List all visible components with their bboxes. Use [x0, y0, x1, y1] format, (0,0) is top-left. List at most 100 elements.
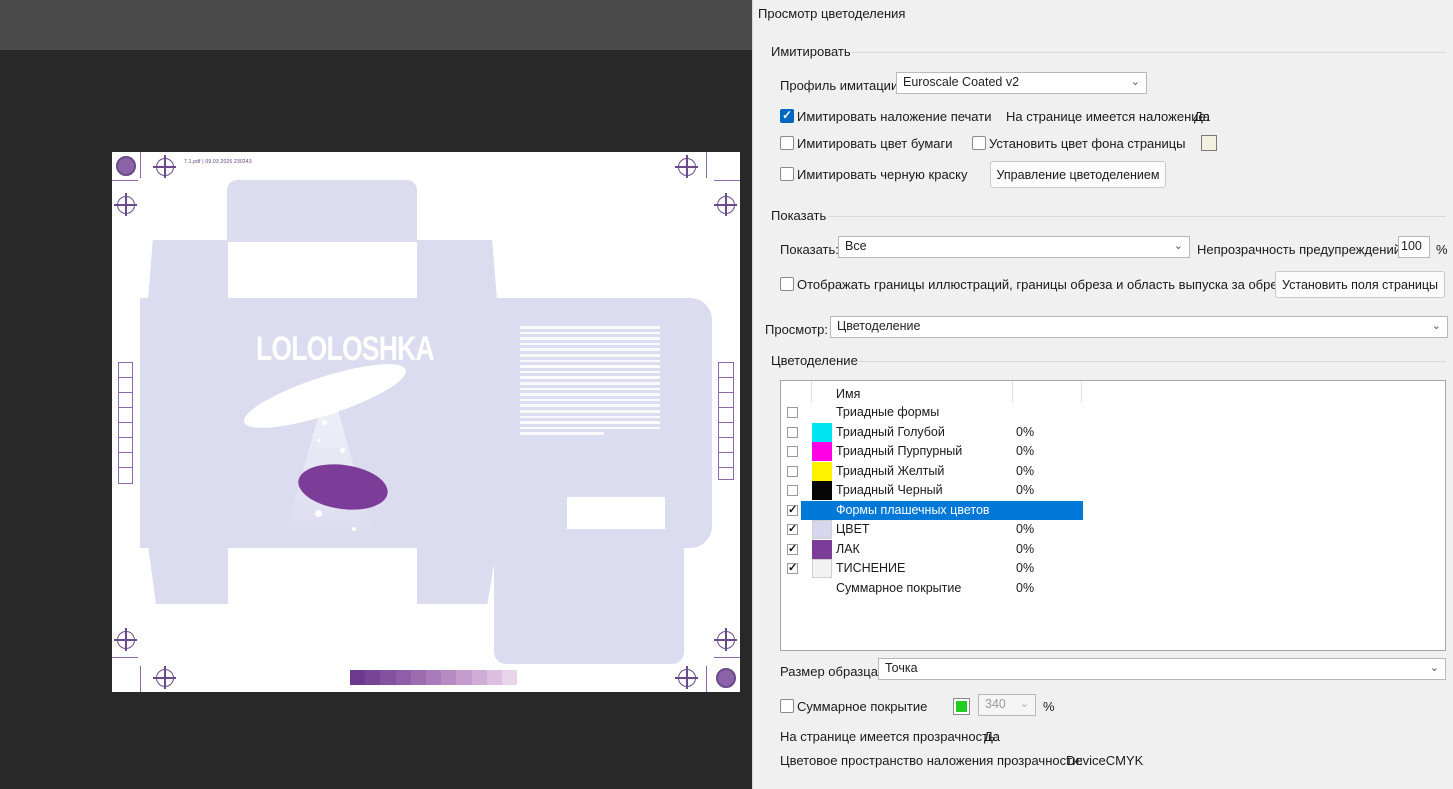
separation-checkbox[interactable]	[787, 485, 798, 496]
separation-row[interactable]: Триадный Желтый 0%	[781, 461, 1447, 482]
color-patch	[471, 670, 487, 685]
separation-checkbox[interactable]	[787, 561, 798, 574]
separation-percent: 0%	[1016, 522, 1035, 536]
chevron-down-icon: ⌄	[1431, 320, 1441, 332]
paper-color-checkbox[interactable]	[780, 136, 794, 150]
separation-name: Триадные формы	[836, 405, 940, 419]
show-select[interactable]: Все ⌄	[838, 236, 1190, 258]
separation-name: ЦВЕТ	[836, 522, 870, 536]
column-name-header: Имя	[836, 387, 861, 401]
separation-row[interactable]: Триадные формы	[781, 403, 1447, 423]
color-patch	[456, 670, 472, 685]
document-toolbar	[0, 0, 752, 50]
sample-size-select[interactable]: Точка ⌄	[878, 658, 1446, 680]
crop-mark	[706, 152, 707, 178]
separation-percent: 0%	[1016, 580, 1035, 595]
manage-separations-button[interactable]: Управление цветоделением	[990, 161, 1166, 188]
separation-name: Триадный Черный	[836, 483, 943, 497]
separation-row[interactable]: Триадный Пурпурный 0%	[781, 442, 1447, 462]
paper-color-label: Имитировать цвет бумаги	[797, 136, 953, 151]
registration-mark	[153, 155, 176, 178]
registration-dot	[116, 156, 136, 176]
page-bg-checkbox[interactable]	[972, 136, 986, 150]
set-page-boxes-button[interactable]: Установить поля страницы	[1275, 271, 1445, 298]
black-ink-checkbox[interactable]	[780, 167, 794, 181]
total-coverage-color-fill	[956, 701, 967, 712]
separations-list[interactable]: Имя Триадные формы Триадный Голубой 0% Триа…	[780, 380, 1446, 651]
slug-info: 7.1.pdf | 09.03.2026 230243	[184, 159, 252, 165]
page-bg-swatch[interactable]	[1201, 135, 1217, 151]
group-divider	[852, 52, 1446, 53]
total-coverage-checkbox[interactable]	[780, 699, 794, 713]
separation-checkbox[interactable]	[787, 465, 798, 477]
warning-opacity-input[interactable]: 100	[1398, 236, 1430, 258]
separation-checkbox[interactable]	[787, 503, 798, 516]
spec-table-right	[718, 362, 734, 480]
separation-name: Суммарное покрытие	[836, 580, 962, 595]
show-bounds-checkbox[interactable]	[780, 277, 794, 291]
color-patch	[350, 670, 366, 685]
registration-mark	[675, 666, 698, 689]
profile-label: Профиль имитации:	[780, 78, 902, 93]
simulate-group-label: Имитировать	[771, 44, 851, 59]
separation-checkbox[interactable]	[787, 522, 798, 535]
overprint-checkbox[interactable]	[780, 108, 794, 123]
total-coverage-color-swatch[interactable]	[953, 698, 970, 715]
crop-mark	[140, 152, 141, 178]
separation-name: ЛАК	[836, 541, 860, 556]
crop-mark	[140, 666, 141, 692]
logo-text: LOLOLOSHKA	[256, 330, 435, 368]
color-patch	[395, 670, 411, 685]
percent-label: %	[1043, 699, 1055, 714]
separation-name: Триадный Голубой	[836, 424, 945, 439]
registration-mark	[153, 666, 176, 689]
blend-space-label: Цветовое пространство наложения прозрачн…	[780, 753, 1083, 768]
show-label: Показать:	[780, 242, 839, 257]
registration-dot	[716, 668, 736, 688]
die-bottom-wing-left	[148, 546, 228, 604]
preview-value: Цветоделение	[837, 319, 921, 333]
registration-mark	[114, 193, 137, 216]
separation-percent: 0%	[1016, 483, 1035, 497]
sample-size-value: Точка	[885, 661, 918, 675]
total-coverage-select[interactable]: 340 ⌄	[978, 694, 1036, 716]
warning-opacity-label: Непрозрачность предупреждений:	[1197, 242, 1405, 257]
chevron-down-icon: ⌄	[1429, 662, 1439, 674]
ink-swatch	[812, 481, 832, 500]
die-bottom-flap	[494, 546, 684, 664]
separation-checkbox[interactable]	[787, 446, 798, 457]
separation-row[interactable]: Триадный Черный 0%	[781, 481, 1447, 501]
crop-mark	[112, 657, 138, 658]
separation-name: Триадный Желтый	[836, 463, 945, 478]
separation-checkbox[interactable]	[787, 407, 798, 418]
separation-row[interactable]: ЦВЕТ 0%	[781, 520, 1447, 540]
separation-row[interactable]: Суммарное покрытие 0%	[781, 579, 1447, 599]
show-group-label: Показать	[771, 208, 827, 223]
registration-mark	[714, 193, 737, 216]
separation-checkbox[interactable]	[787, 542, 798, 555]
header-divider	[811, 381, 812, 403]
artboard[interactable]: 7.1.pdf | 09.03.2026 230243 LOLOLOSHKA	[112, 152, 740, 692]
color-control-strip	[350, 670, 518, 685]
profile-select[interactable]: Euroscale Coated v2 ⌄	[896, 72, 1147, 94]
preview-select[interactable]: Цветоделение ⌄	[830, 316, 1448, 338]
color-patch	[486, 670, 502, 685]
chevron-down-icon: ⌄	[1019, 698, 1029, 710]
ink-swatch	[812, 559, 832, 578]
chevron-down-icon: ⌄	[1130, 76, 1140, 88]
total-coverage-value: 340	[985, 697, 1006, 711]
separation-row[interactable]: ЛАК 0%	[781, 539, 1447, 560]
crop-mark	[714, 180, 740, 181]
separation-row[interactable]: Формы плашечных цветов	[781, 500, 1447, 521]
separation-checkbox[interactable]	[787, 426, 798, 438]
color-patch	[441, 670, 457, 685]
chevron-down-icon: ⌄	[1173, 240, 1183, 252]
blend-space-value: DeviceCMYK	[1066, 753, 1144, 768]
separation-row[interactable]: Триадный Голубой 0%	[781, 422, 1447, 443]
warning-opacity-value: 100	[1401, 239, 1422, 253]
separation-row[interactable]: ТИСНЕНИЕ 0%	[781, 559, 1447, 579]
separation-name: Формы плашечных цветов	[836, 502, 990, 517]
registration-mark	[714, 628, 737, 651]
sparkle	[322, 420, 327, 425]
crop-mark	[112, 180, 138, 181]
